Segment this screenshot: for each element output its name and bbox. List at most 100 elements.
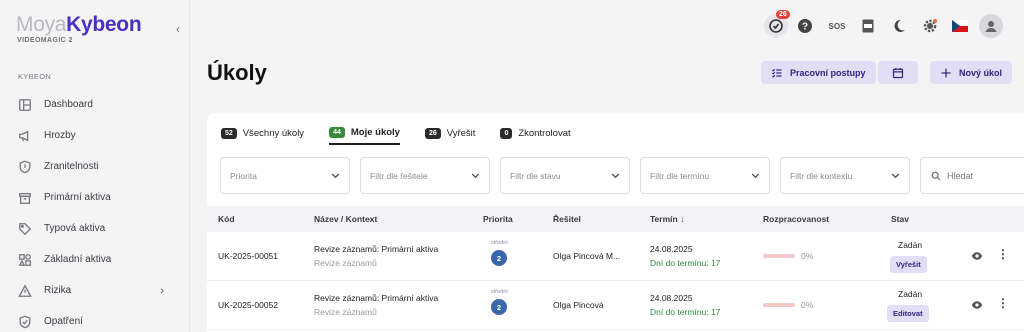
sort-down-icon: ↓	[680, 214, 685, 224]
sidebar-section-label: KYBEON	[18, 72, 52, 81]
box-icon	[19, 192, 31, 204]
task-name[interactable]: Revize záznamů: Primární aktiva	[314, 293, 438, 303]
tab-mine[interactable]: 44 Moje úkoly	[329, 122, 400, 145]
eye-icon[interactable]	[971, 299, 983, 311]
solver-filter[interactable]: Filtr dle řešitele	[360, 157, 490, 194]
col-progress[interactable]: Rozpracovanost	[763, 214, 829, 224]
col-deadline[interactable]: Termín ↓	[650, 214, 684, 224]
tasks-badge: 26	[776, 10, 790, 19]
sidebar: MoyaKybeon VIDEOMAGIC 2 ‹ KYBEON Dashboa…	[0, 0, 190, 332]
settings-button[interactable]	[918, 14, 942, 38]
eye-icon[interactable]	[971, 250, 983, 262]
progress-bar	[763, 254, 795, 258]
col-name[interactable]: Název / Kontext	[314, 214, 377, 224]
help-icon: ?	[798, 19, 812, 33]
tab-review[interactable]: 0 Zkontrolovat	[500, 122, 571, 145]
search-icon	[931, 171, 941, 181]
collapse-sidebar-button[interactable]: ‹	[176, 22, 180, 36]
task-state: Zadán	[898, 289, 923, 299]
sidebar-item-label: Dashboard	[44, 99, 93, 110]
sidebar-item-label: Zranitelnosti	[44, 161, 99, 172]
sidebar-item-label: Základní aktiva	[44, 254, 112, 265]
sidebar-item-label: Hrozby	[44, 130, 76, 141]
progress-value: 0%	[801, 251, 814, 261]
theme-toggle[interactable]	[887, 14, 911, 38]
priority-label: střední	[491, 289, 508, 295]
search-input[interactable]: Hledat	[920, 157, 1024, 194]
sidebar-item-measures[interactable]: Opatření	[0, 306, 190, 332]
tasks-button[interactable]: 26	[764, 10, 790, 38]
tab-count: 0	[500, 128, 513, 139]
pdf-button[interactable]	[856, 14, 880, 38]
task-date: 24.08.2025	[650, 293, 693, 303]
sidebar-item-label: Typová aktiva	[44, 223, 106, 234]
tab-all[interactable]: 52 Všechny úkoly	[221, 122, 304, 145]
state-filter[interactable]: Filtr dle stavu	[500, 157, 630, 194]
more-options-icon[interactable]: ⋮	[997, 247, 1009, 261]
col-solver[interactable]: Řešitel	[553, 214, 581, 224]
new-task-button[interactable]: Nový úkol	[930, 61, 1013, 84]
search-placeholder: Hledat	[947, 170, 974, 181]
tasks-card: 52 Všechny úkoly 44 Moje úkoly 26 Vyřešit 0…	[207, 113, 1024, 332]
deadline-filter[interactable]: Filtr dle termínu	[640, 157, 770, 194]
sos-label: SOS	[828, 21, 846, 31]
tab-label: Vyřešit	[446, 128, 476, 139]
check-circle-icon	[769, 19, 783, 33]
warning-icon	[18, 283, 32, 297]
new-task-label: Nový úkol	[959, 67, 1003, 78]
user-avatar[interactable]	[979, 14, 1003, 38]
help-button[interactable]: ?	[793, 14, 817, 38]
checklist-icon	[772, 68, 782, 78]
progress-value: 0%	[801, 300, 814, 310]
tab-count: 26	[424, 128, 441, 139]
tab-label: Zkontrolovat	[518, 128, 571, 139]
more-options-icon[interactable]: ⋮	[997, 296, 1009, 310]
workflows-button[interactable]: Pracovní postupy	[761, 61, 876, 84]
resolve-button[interactable]: Vyřešit	[890, 256, 927, 273]
context-filter[interactable]: Filtr dle kontextu	[780, 157, 910, 194]
sidebar-item-vulnerabilities[interactable]: Zranitelnosti	[0, 151, 190, 182]
chevron-down-icon	[611, 173, 620, 179]
tab-resolve[interactable]: 26 Vyřešit	[424, 122, 476, 145]
col-priority[interactable]: Priorita	[483, 214, 513, 224]
tab-count: 52	[221, 128, 237, 139]
edit-button[interactable]: Editovat	[887, 305, 929, 322]
table-row[interactable]: UK-2025-00052 Revize záznamů: Primární a…	[207, 281, 1024, 330]
calendar-button[interactable]	[878, 61, 918, 84]
shield-icon	[19, 160, 31, 173]
filter-placeholder: Filtr dle kontextu	[790, 170, 853, 181]
sidebar-item-primary-assets[interactable]: Primární aktiva	[0, 182, 190, 213]
sos-button[interactable]: SOS	[825, 14, 849, 38]
brand-subtitle: VIDEOMAGIC 2	[17, 37, 73, 44]
megaphone-icon	[19, 130, 29, 141]
topbar: 26 ? SOS	[190, 0, 1024, 52]
task-name[interactable]: Revize záznamů: Primární aktiva	[314, 244, 438, 254]
dashboard-icon	[19, 98, 31, 111]
sidebar-item-type-assets[interactable]: Typová aktiva	[0, 213, 190, 244]
sidebar-item-threats[interactable]: Hrozby	[0, 120, 190, 151]
calendar-icon	[892, 67, 904, 78]
language-select[interactable]	[948, 14, 972, 38]
sidebar-item-risks[interactable]: Rizika ›	[0, 275, 190, 306]
moon-icon	[894, 19, 905, 32]
brand-logo[interactable]: MoyaKybeon	[16, 13, 142, 37]
task-date: 24.08.2025	[650, 244, 693, 254]
chevron-down-icon	[891, 173, 900, 179]
task-tabs: 52 Všechny úkoly 44 Moje úkoly 26 Vyřešit 0…	[221, 122, 596, 146]
col-code[interactable]: Kód	[218, 214, 235, 224]
task-state: Zadán	[898, 240, 923, 250]
table-row[interactable]: UK-2025-00051 Revize záznamů: Primární a…	[207, 232, 1024, 281]
workflows-label: Pracovní postupy	[790, 67, 866, 78]
task-code: UK-2025-00052	[218, 300, 279, 310]
shield-check-icon	[19, 315, 31, 328]
page-title: Úkoly	[207, 60, 267, 85]
sidebar-item-label: Rizika	[44, 285, 72, 296]
sidebar-item-dashboard[interactable]: Dashboard	[0, 89, 190, 120]
tag-icon	[19, 222, 32, 235]
task-solver: Olga Pincová	[553, 300, 604, 310]
czech-flag-icon	[952, 20, 968, 32]
sidebar-item-base-assets[interactable]: Základní aktiva	[0, 244, 190, 275]
priority-filter[interactable]: Priorita	[220, 157, 350, 194]
col-state[interactable]: Stav	[891, 214, 909, 224]
tab-count: 44	[329, 127, 345, 138]
